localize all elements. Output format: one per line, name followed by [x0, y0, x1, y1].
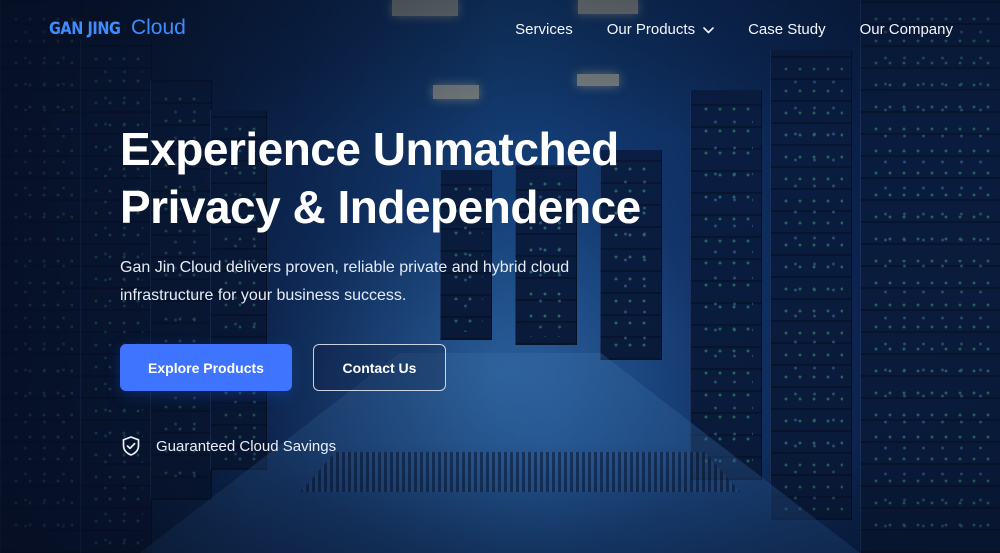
- headline-line-2: Privacy & Independence: [120, 181, 641, 233]
- contact-us-button[interactable]: Contact Us: [313, 344, 446, 391]
- nav-item-our-products[interactable]: Our Products: [607, 20, 714, 40]
- nav-item-services[interactable]: Services: [515, 20, 573, 40]
- nav-item-label: Case Study: [748, 21, 826, 38]
- chevron-down-icon: [703, 26, 714, 34]
- headline-line-1: Experience Unmatched: [120, 123, 619, 175]
- hero-subtext: Gan Jin Cloud delivers proven, reliable …: [120, 259, 570, 304]
- logo-bold-text: GAN JING: [49, 19, 121, 39]
- hero-content: Experience Unmatched Privacy & Independe…: [120, 120, 740, 457]
- nav-item-label: Our Company: [859, 21, 953, 38]
- explore-products-button[interactable]: Explore Products: [120, 344, 292, 391]
- guarantee-badge: Guaranteed Cloud Savings: [120, 435, 740, 457]
- shield-check-icon: [120, 435, 142, 457]
- nav-item-case-study[interactable]: Case Study: [748, 20, 826, 40]
- hero-section: GAN JING Cloud Services Our Products Cas…: [0, 0, 1000, 553]
- nav-item-label: Services: [515, 21, 573, 38]
- logo[interactable]: GAN JING Cloud: [49, 16, 186, 41]
- guarantee-text: Guaranteed Cloud Savings: [156, 437, 337, 455]
- hero-headline: Experience Unmatched Privacy & Independe…: [120, 120, 740, 236]
- site-header: GAN JING Cloud Services Our Products Cas…: [0, 0, 1000, 60]
- nav-item-label: Our Products: [606, 21, 696, 38]
- nav-item-our-company[interactable]: Our Company: [860, 20, 953, 40]
- logo-light-text: Cloud: [130, 16, 186, 39]
- hero-actions: Explore Products Contact Us: [120, 344, 740, 391]
- main-nav: Services Our Products Case Study Our Com…: [515, 20, 953, 40]
